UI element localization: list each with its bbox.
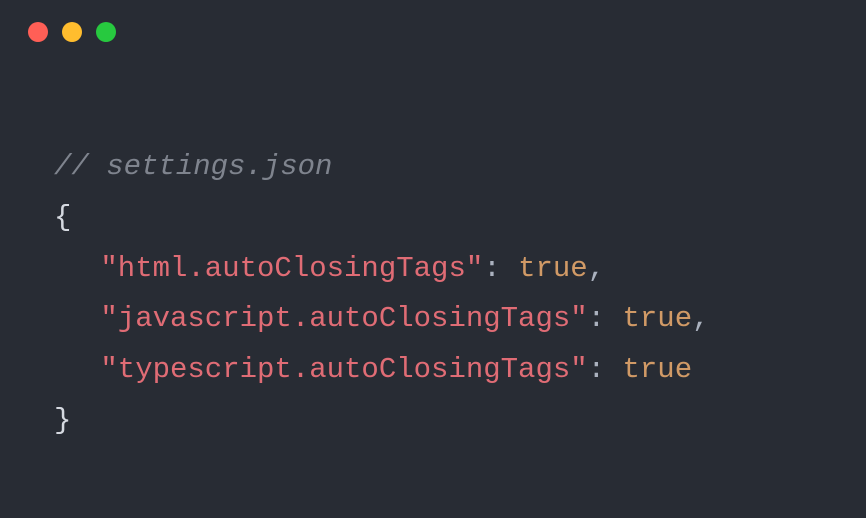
comment-line: // settings.json: [54, 142, 866, 193]
setting-entry: "html.autoClosingTags": true,: [54, 244, 866, 295]
close-icon[interactable]: [28, 22, 48, 42]
minimize-icon[interactable]: [62, 22, 82, 42]
json-key: "html.autoClosingTags": [100, 252, 483, 285]
comma: ,: [588, 252, 605, 285]
json-key: "javascript.autoClosingTags": [100, 302, 587, 335]
setting-entry: "javascript.autoClosingTags": true,: [54, 294, 866, 345]
json-value: true: [518, 252, 588, 285]
json-value: true: [622, 353, 692, 386]
json-key: "typescript.autoClosingTags": [100, 353, 587, 386]
titlebar: [0, 0, 866, 42]
editor-window: // settings.json { "html.autoClosingTags…: [0, 0, 866, 518]
comma: ,: [692, 302, 709, 335]
json-value: true: [622, 302, 692, 335]
setting-entry: "typescript.autoClosingTags": true: [54, 345, 866, 396]
close-brace: }: [54, 396, 866, 447]
zoom-icon[interactable]: [96, 22, 116, 42]
code-editor[interactable]: // settings.json { "html.autoClosingTags…: [0, 42, 866, 447]
colon: :: [588, 353, 623, 386]
colon: :: [588, 302, 623, 335]
open-brace: {: [54, 193, 866, 244]
colon: :: [483, 252, 518, 285]
